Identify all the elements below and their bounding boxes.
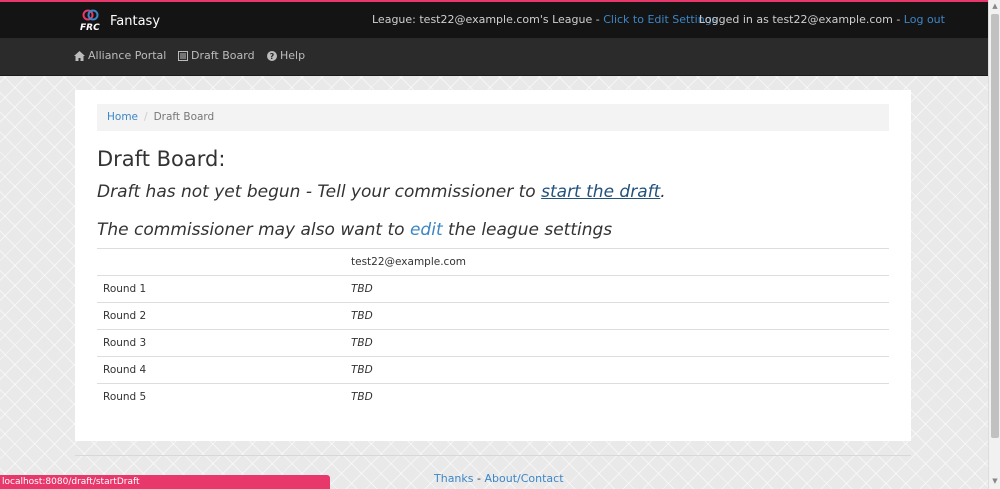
pick-cell: TBD [345,329,889,357]
round-cell: Round 5 [97,383,345,411]
table-header-row: test22@example.com [97,248,889,276]
table-row: Round 4 TBD [97,356,889,384]
pick-cell: TBD [345,383,889,411]
about-contact-link[interactable]: About/Contact [484,472,563,485]
nav-label: Help [280,49,306,62]
nav-draft-board[interactable]: Draft Board [178,49,255,62]
table-row: Round 3 TBD [97,329,889,357]
footer-divider [75,455,911,456]
main-nav: Alliance Portal Draft Board ? Help [0,38,988,76]
brand-name[interactable]: Fantasy [110,14,160,29]
settings-message: The commissioner may also want to edit t… [97,220,612,240]
logo-text: FRC [80,23,100,33]
edit-settings-inline-link[interactable]: edit [410,220,443,240]
nav-alliance-portal[interactable]: Alliance Portal [74,49,166,62]
breadcrumb-separator: / [144,111,148,123]
scroll-down-arrow-icon[interactable]: ▼ [991,477,999,487]
breadcrumb-home-link[interactable]: Home [107,111,138,123]
content-panel: Home / Draft Board Draft Board: Draft has … [75,90,911,441]
svg-text:?: ? [270,52,275,61]
frc-logo: FRC [80,9,102,33]
league-label: League: test22@example.com's League - [372,13,604,26]
scrollbar-thumb[interactable] [991,14,999,438]
home-icon [74,50,85,61]
league-info: League: test22@example.com's League - Cl… [372,13,717,26]
login-info: Logged in as test22@example.com - Log ou… [699,13,945,26]
settings-suffix: the league settings [442,220,613,240]
browser-status-bar: localhost:8080/draft/startDraft [0,475,330,489]
draft-status-text: Draft has not yet begun - Tell your comm… [97,182,542,202]
pick-cell: TBD [345,302,889,330]
question-circle-icon: ? [267,50,277,61]
vertical-scrollbar[interactable]: ▲ ▼ [988,0,1000,489]
brand[interactable]: FRC Fantasy [80,9,160,33]
logged-in-label: Logged in as test22@example.com - [699,13,904,26]
round-cell: Round 2 [97,302,345,330]
list-icon [178,50,188,61]
pick-cell: TBD [345,356,889,384]
frc-logo-icon [82,9,99,21]
round-cell: Round 1 [97,275,345,303]
table-row: Round 5 TBD [97,383,889,411]
scroll-up-arrow-icon[interactable]: ▲ [991,2,999,12]
pick-cell: TBD [345,275,889,303]
draft-board-table: test22@example.com Round 1 TBD Round 2 T… [97,248,889,411]
table-row: Round 2 TBD [97,302,889,330]
top-header: FRC Fantasy League: test22@example.com's… [0,0,988,38]
page-title: Draft Board: [97,147,226,171]
nav-help[interactable]: ? Help [267,49,305,62]
footer-separator: - [473,472,485,485]
table-header-player: test22@example.com [345,248,889,276]
draft-status-suffix: . [660,182,666,202]
nav-label: Alliance Portal [88,49,167,62]
logout-link[interactable]: Log out [904,13,945,26]
breadcrumb: Home / Draft Board [97,104,889,131]
thanks-link[interactable]: Thanks [434,472,474,485]
round-cell: Round 4 [97,356,345,384]
start-draft-link[interactable]: start the draft [541,182,660,202]
settings-text: The commissioner may also want to [97,220,410,240]
footer: Thanks - About/Contact [434,472,564,485]
draft-status-message: Draft has not yet begun - Tell your comm… [97,182,666,202]
breadcrumb-current: Draft Board [153,111,215,123]
table-row: Round 1 TBD [97,275,889,303]
nav-label: Draft Board [191,49,255,62]
table-header-round [97,248,345,276]
round-cell: Round 3 [97,329,345,357]
